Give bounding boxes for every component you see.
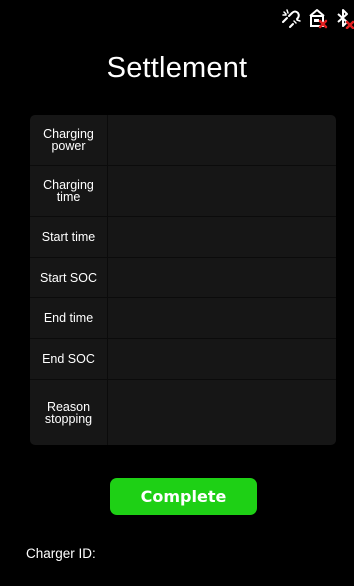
settlement-table: Charging power Charging time Start time …	[30, 115, 336, 445]
table-row: Reason stopping	[30, 380, 336, 445]
table-row: Start time	[30, 217, 336, 258]
table-row: Charging power	[30, 115, 336, 166]
row-value-reason-stopping	[108, 380, 336, 445]
row-label-start-soc: Start SOC	[30, 258, 108, 297]
table-row: End SOC	[30, 339, 336, 380]
charger-error-icon	[306, 7, 328, 29]
charger-id-label: Charger ID:	[26, 546, 96, 561]
status-bar	[280, 0, 354, 36]
row-label-charging-time: Charging time	[30, 166, 108, 216]
complete-button[interactable]: Complete	[110, 478, 257, 515]
bluetooth-off-icon	[332, 7, 354, 29]
page-title: Settlement	[106, 52, 248, 84]
table-row: Charging time	[30, 166, 336, 217]
charger-id: Charger ID:	[26, 546, 102, 561]
row-value-end-time	[108, 298, 336, 338]
table-row: End time	[30, 298, 336, 339]
row-value-charging-power	[108, 115, 336, 165]
network-disconnected-icon	[280, 7, 302, 29]
row-value-start-time	[108, 217, 336, 257]
row-label-end-time: End time	[30, 298, 108, 338]
row-label-start-time: Start time	[30, 217, 108, 257]
row-label-charging-power: Charging power	[30, 115, 108, 165]
row-value-charging-time	[108, 166, 336, 216]
table-row: Start SOC	[30, 258, 336, 298]
row-value-start-soc	[108, 258, 336, 297]
row-label-end-soc: End SOC	[30, 339, 108, 379]
row-value-end-soc	[108, 339, 336, 379]
row-label-reason-stopping: Reason stopping	[30, 380, 108, 445]
